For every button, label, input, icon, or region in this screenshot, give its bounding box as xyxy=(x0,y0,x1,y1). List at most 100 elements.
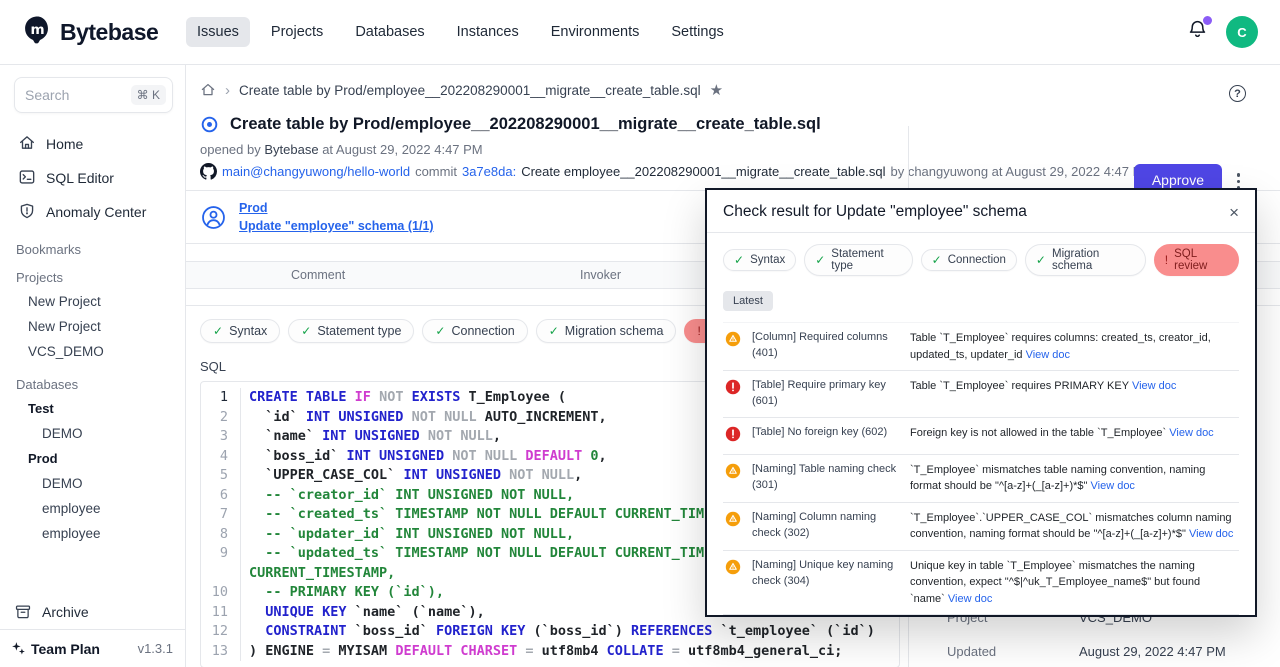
check-pill-statement-type[interactable]: ✓Statement type xyxy=(288,319,414,343)
sidebar-item-employee[interactable]: employee xyxy=(14,496,173,521)
close-icon[interactable]: × xyxy=(1229,204,1239,221)
sidebar-item-employee[interactable]: employee xyxy=(14,521,173,546)
check-result-row: [Naming] Foreign key naming check (305)F… xyxy=(723,615,1239,617)
stage-environment-link[interactable]: Prod xyxy=(239,199,434,217)
bookmark-star-icon[interactable]: ★ xyxy=(710,81,723,99)
bytebase-logo-icon: m xyxy=(22,14,53,50)
modal-header: Check result for Update "employee" schem… xyxy=(707,190,1255,233)
sidebar-item-new-project[interactable]: New Project xyxy=(14,314,173,339)
sidebar-item-demo[interactable]: DEMO xyxy=(14,471,173,496)
sidebar-nav: Home SQL Editor Anomaly Center xyxy=(14,127,173,229)
check-pill-syntax[interactable]: ✓Syntax xyxy=(200,319,280,343)
sidebar-item-archive[interactable]: Archive xyxy=(14,603,89,621)
check-pill-connection[interactable]: ✓Connection xyxy=(921,249,1017,271)
check-result-row: [Table] No foreign key (602)Foreign key … xyxy=(723,418,1239,455)
sidebar-item-anomaly-center[interactable]: Anomaly Center xyxy=(14,195,173,229)
check-icon: ✓ xyxy=(213,324,223,338)
plan-sparkle-icon xyxy=(10,640,27,657)
nav-item-environments[interactable]: Environments xyxy=(540,17,651,47)
line-number: 12 xyxy=(201,622,241,642)
sidebar-item-test[interactable]: Test xyxy=(14,396,173,421)
rule-name: [Naming] Table naming check (301) xyxy=(752,462,900,495)
view-doc-link[interactable]: View doc xyxy=(1169,427,1213,439)
line-content: `boss_id` INT UNSIGNED NOT NULL DEFAULT … xyxy=(241,447,607,467)
rule-name: [Naming] Column naming check (302) xyxy=(752,510,900,543)
view-doc-link[interactable]: View doc xyxy=(1091,480,1135,492)
nav-item-projects[interactable]: Projects xyxy=(260,17,334,47)
notifications-button[interactable] xyxy=(1187,19,1208,45)
sidebar-item-label: Home xyxy=(46,136,83,152)
home-icon[interactable] xyxy=(200,82,216,98)
check-pill-sql-review[interactable]: !SQL review xyxy=(1154,244,1239,276)
search-input[interactable] xyxy=(25,87,125,103)
main-nav: Issues Projects Databases Instances Environm… xyxy=(186,17,735,47)
check-pill-migration-schema[interactable]: ✓Migration schema xyxy=(536,319,677,343)
breadcrumb: › Create table by Prod/employee__2022082… xyxy=(186,65,1280,105)
check-result-row: [Column] Required columns (401)Table `T_… xyxy=(723,323,1239,371)
bytebase-logo[interactable]: m Bytebase xyxy=(22,14,186,50)
breadcrumb-separator: › xyxy=(225,82,230,99)
check-icon: ✓ xyxy=(549,324,559,338)
line-number: 5 xyxy=(201,466,241,486)
warning-icon xyxy=(725,510,742,543)
sidebar-item-label: Anomaly Center xyxy=(46,204,146,220)
sidebar-item-sql-editor[interactable]: SQL Editor xyxy=(14,161,173,195)
avatar[interactable]: C xyxy=(1226,16,1258,48)
line-number xyxy=(201,564,241,584)
check-result-row: [Naming] Unique key naming check (304)Un… xyxy=(723,551,1239,616)
line-number: 13 xyxy=(201,642,241,662)
meta-row-updated: Updated August 29, 2022 4:47 PM xyxy=(947,644,1260,659)
sidebar-item-prod[interactable]: Prod xyxy=(14,446,173,471)
search-box[interactable]: ⌘ K xyxy=(14,77,173,113)
view-doc-link[interactable]: View doc xyxy=(1026,349,1070,361)
line-number: 8 xyxy=(201,525,241,545)
view-doc-link[interactable]: View doc xyxy=(1132,380,1176,392)
help-icon[interactable]: ? xyxy=(1229,85,1246,102)
view-doc-link[interactable]: View doc xyxy=(948,593,992,605)
check-result-list: [Column] Required columns (401)Table `T_… xyxy=(723,322,1239,617)
line-content: -- `creator_id` INT UNSIGNED NOT NULL, xyxy=(241,486,574,506)
line-content: -- PRIMARY KEY (`id`), xyxy=(241,583,444,603)
rule-name: [Table] Require primary key (601) xyxy=(752,378,900,410)
vcs-branch-link[interactable]: main@changyuwong/hello-world xyxy=(222,164,410,179)
notification-dot xyxy=(1203,16,1212,25)
sql-code-line: 13) ENGINE = MYISAM DEFAULT CHARSET = ut… xyxy=(201,642,899,662)
check-result-row: [Naming] Table naming check (301)`T_Empl… xyxy=(723,455,1239,503)
check-pill-migration-schema[interactable]: ✓Migration schema xyxy=(1025,244,1146,276)
sidebar-item-vcs-demo[interactable]: VCS_DEMO xyxy=(14,339,173,364)
opened-by-user: Bytebase xyxy=(264,142,318,157)
check-result-row: [Table] Require primary key (601)Table `… xyxy=(723,371,1239,418)
sidebar: ⌘ K HomeSQL EditorAnomaly Center Bookmar… xyxy=(0,65,186,667)
check-pill-connection[interactable]: ✓Connection xyxy=(422,319,527,343)
nav-item-settings[interactable]: Settings xyxy=(660,17,734,47)
nav-item-instances[interactable]: Instances xyxy=(446,17,530,47)
line-number: 2 xyxy=(201,408,241,428)
anomaly-center-icon xyxy=(18,202,36,223)
check-pill-statement-type[interactable]: ✓Statement type xyxy=(804,244,912,276)
line-content: `UPPER_CASE_COL` INT UNSIGNED NOT NULL, xyxy=(241,466,582,486)
rule-name: [Column] Required columns (401) xyxy=(752,330,900,363)
sidebar-item-home[interactable]: Home xyxy=(14,127,173,161)
latest-button[interactable]: Latest xyxy=(723,291,773,311)
line-content: CREATE TABLE IF NOT EXISTS T_Employee ( xyxy=(241,388,566,408)
nav-item-databases[interactable]: Databases xyxy=(344,17,435,47)
check-pill-syntax[interactable]: ✓Syntax xyxy=(723,249,796,271)
sidebar-item-new-project[interactable]: New Project xyxy=(14,289,173,314)
rule-description: Foreign key is not allowed in the table … xyxy=(910,425,1237,447)
check-icon: ✓ xyxy=(932,253,942,267)
sidebar-item-demo[interactable]: DEMO xyxy=(14,421,173,446)
vcs-commit-message: Create employee__202208290001__migrate__… xyxy=(521,164,885,179)
warning-icon xyxy=(725,558,742,608)
vcs-commit-link[interactable]: 3a7e8da: xyxy=(462,164,516,179)
modal-check-pills: ✓Syntax ✓Statement type ✓Connection ✓Migrat… xyxy=(723,244,1239,276)
view-doc-link[interactable]: View doc xyxy=(1189,528,1233,540)
line-number: 6 xyxy=(201,486,241,506)
plan-name[interactable]: Team Plan xyxy=(31,641,100,657)
app-root: m Bytebase Issues Projects Databases Instan… xyxy=(0,0,1280,667)
check-icon: ✓ xyxy=(815,253,825,267)
column-header-comment: Comment xyxy=(291,268,345,282)
stage-task-link[interactable]: Update "employee" schema (1/1) xyxy=(239,217,434,235)
nav-item-issues[interactable]: Issues xyxy=(186,17,250,47)
line-number: 9 xyxy=(201,544,241,564)
plan-version: v1.3.1 xyxy=(138,641,173,656)
